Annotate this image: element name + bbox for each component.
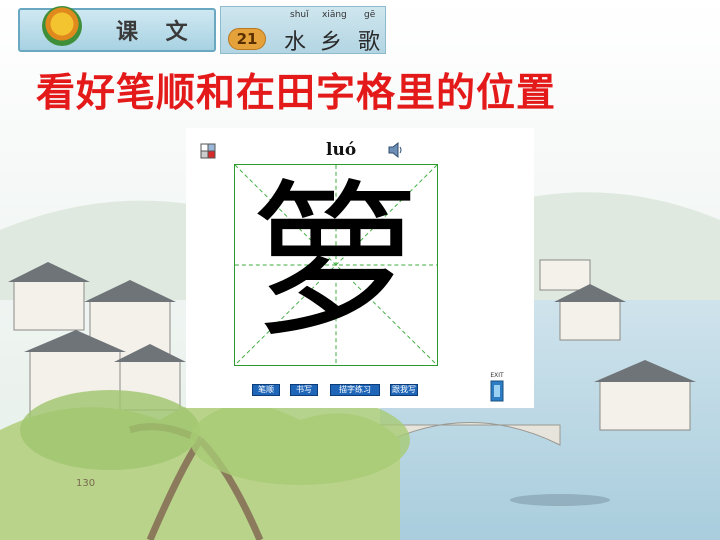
toolbox-icon[interactable] <box>200 143 216 159</box>
trace-practice-button[interactable]: 描字练习 <box>330 384 380 396</box>
stroke-order-button[interactable]: 笔顺 <box>252 384 280 396</box>
title-char-2: 乡 <box>320 30 343 55</box>
title-pinyin-1: shuǐ <box>290 10 309 20</box>
main-heading: 看好笔顺和在田字格里的位置 <box>36 71 557 116</box>
speaker-icon[interactable] <box>387 141 403 159</box>
write-button[interactable]: 书写 <box>290 384 318 396</box>
follow-write-button[interactable]: 跟我写 <box>390 384 418 396</box>
title-char-1: 水 <box>284 30 307 55</box>
title-char-3: 歌 <box>358 30 381 55</box>
page-number: 130 <box>76 478 96 489</box>
lesson-label: 课 文 <box>116 19 198 45</box>
character-pinyin: luó <box>326 140 357 160</box>
title-pinyin-2: xiāng <box>322 10 347 20</box>
lesson-number: 21 <box>228 28 266 50</box>
exit-label: EXIT <box>490 372 504 379</box>
sunflower-logo-icon <box>42 6 82 46</box>
practice-character: 箩 <box>252 164 420 360</box>
title-pinyin-3: gē <box>364 10 376 20</box>
